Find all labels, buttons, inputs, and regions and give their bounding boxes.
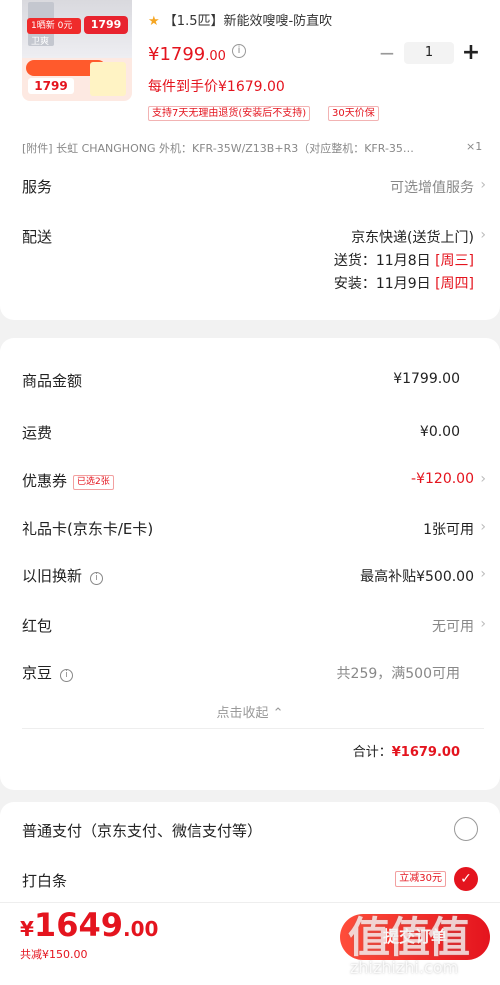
beans-info-icon[interactable]: i xyxy=(60,669,74,682)
final-price-integer: 1649 xyxy=(33,906,123,944)
return-policy-tag: 支持7天无理由退货(安装后不支持) xyxy=(148,106,311,121)
tradein-label: 以旧换新 xyxy=(22,567,83,585)
price-info-icon[interactable]: i xyxy=(232,44,246,58)
product-price-decimal: .00 xyxy=(205,49,226,64)
ship-date-text: 送货：11月8日 xyxy=(333,253,431,269)
total-value: ¥1679.00 xyxy=(391,745,460,760)
beans-value: 共259，满500可用 xyxy=(336,666,460,682)
tradein-info-icon[interactable]: i xyxy=(90,572,104,585)
coupon-row[interactable]: 优惠券 已选2张 xyxy=(22,470,114,491)
star-icon: ★ xyxy=(148,14,160,29)
service-value[interactable]: 可选增值服务 xyxy=(390,177,474,197)
beans-row: 京豆 i xyxy=(22,662,74,683)
price-protect-tag: 30天价保 xyxy=(328,106,379,121)
coupon-selected-badge: 已选2张 xyxy=(73,475,114,490)
baitiao-check-icon[interactable]: ✓ xyxy=(454,867,478,891)
collapse-toggle[interactable]: 点击收起 ⌃ xyxy=(0,702,500,721)
delivery-label: 配送 xyxy=(22,228,53,246)
ship-date: 送货：11月8日 [周三] xyxy=(334,250,474,270)
final-price-symbol: ¥ xyxy=(20,917,34,941)
chevron-right-icon[interactable]: › xyxy=(480,566,486,582)
chevron-right-icon[interactable]: › xyxy=(480,616,486,632)
watermark-url: zhizhizhi.com xyxy=(350,958,459,977)
normal-pay-label[interactable]: 普通支付（京东支付、微信支付等） xyxy=(22,820,262,841)
final-price-decimal: .00 xyxy=(122,917,159,941)
baitiao-promo-tag: 立减30元 xyxy=(395,871,446,887)
service-label: 服务 xyxy=(22,178,53,196)
product-price: ¥1799.00 xyxy=(148,44,226,65)
product-thumbnail[interactable]: 1晒新 0元卫爽 1799 1799 xyxy=(22,0,132,101)
plus-icon[interactable]: + xyxy=(458,40,484,66)
chevron-right-icon[interactable]: › xyxy=(480,177,486,193)
chevron-right-icon[interactable]: › xyxy=(480,227,486,243)
total-label: 合计： xyxy=(352,745,392,760)
baitiao-label[interactable]: 打白条 xyxy=(22,870,67,891)
unit-final-price: 每件到手价¥1679.00 xyxy=(148,79,285,95)
redpacket-value[interactable]: 无可用 xyxy=(432,616,474,636)
tradein-row: 以旧换新 i xyxy=(22,565,104,586)
chevron-right-icon[interactable]: › xyxy=(480,519,486,535)
thumbnail-side-panel xyxy=(90,62,126,96)
coupon-label: 优惠券 xyxy=(22,472,68,490)
install-date-text: 安装：11月9日 xyxy=(333,276,431,292)
watermark-logo: 值值值 xyxy=(348,913,470,962)
product-price-main: ¥1799 xyxy=(148,44,206,65)
product-title-text: 【1.5匹】新能效嗖嗖-防直吹 xyxy=(163,14,333,29)
quantity-input[interactable]: 1 xyxy=(404,42,454,64)
final-price: ¥1649.00 xyxy=(20,906,158,944)
thumbnail-price-badge: 1799 xyxy=(84,16,128,34)
ship-weekday: [周三] xyxy=(435,253,474,269)
goods-amount-value: ¥1799.00 xyxy=(393,371,460,387)
redpacket-label: 红包 xyxy=(22,617,53,635)
accessory-quantity: ×1 xyxy=(466,140,483,153)
thumbnail-price: 1799 xyxy=(28,78,74,94)
goods-amount-label: 商品金额 xyxy=(22,372,83,390)
quantity-stepper: − 1 + xyxy=(374,40,484,66)
normal-pay-radio[interactable] xyxy=(454,817,478,841)
beans-label: 京豆 xyxy=(22,664,53,682)
minus-icon[interactable]: − xyxy=(374,40,400,66)
thumbnail-promo-tag: 1晒新 0元卫爽 xyxy=(27,18,81,47)
giftcard-label: 礼品卡(京东卡/E卡) xyxy=(22,520,154,538)
order-summary-card xyxy=(0,338,500,790)
summary-divider xyxy=(22,728,484,729)
order-total: 合计：¥1679.00 xyxy=(353,741,460,760)
total-saved: 共减¥150.00 xyxy=(20,948,88,961)
giftcard-value[interactable]: 1张可用 xyxy=(423,519,474,539)
freight-label: 运费 xyxy=(22,424,53,442)
accessory-line: [附件] 长虹 CHANGHONG 外机：KFR-35W/Z13B+R3（对应整… xyxy=(22,142,414,155)
install-date: 安装：11月9日 [周四] xyxy=(334,273,474,293)
install-weekday: [周四] xyxy=(435,276,474,292)
tradein-value[interactable]: 最高补贴¥500.00 xyxy=(360,566,474,586)
chevron-right-icon[interactable]: › xyxy=(480,471,486,487)
delivery-method[interactable]: 京东快递(送货上门) xyxy=(351,227,474,247)
coupon-value[interactable]: -¥120.00 xyxy=(411,471,474,487)
product-title[interactable]: ★ 【1.5匹】新能效嗖嗖-防直吹 xyxy=(148,10,332,29)
freight-value: ¥0.00 xyxy=(419,424,460,440)
product-card: 1晒新 0元卫爽 1799 1799 ★ 【1.5匹】新能效嗖嗖-防直吹 ¥17… xyxy=(0,0,500,320)
